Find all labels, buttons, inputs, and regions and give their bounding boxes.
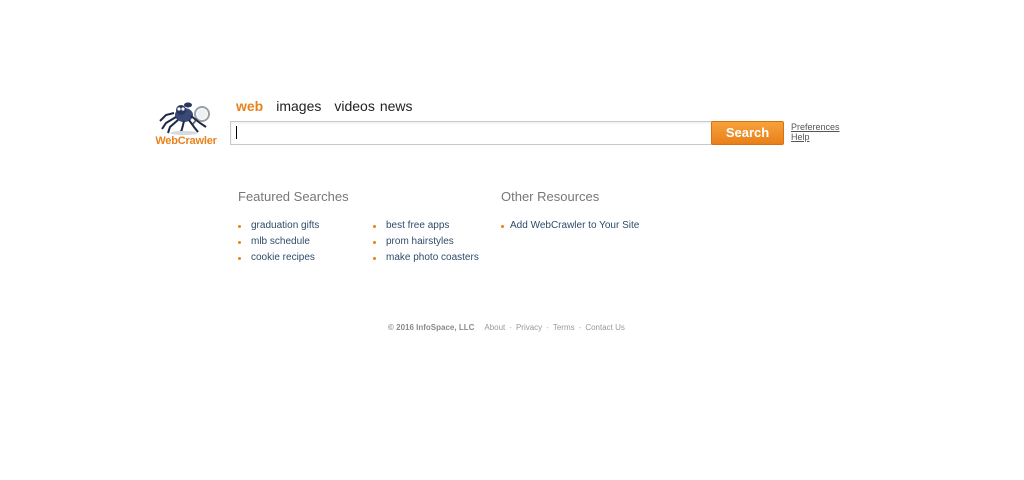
featured-search-link[interactable]: prom hairstyles: [386, 234, 454, 250]
featured-searches-heading: Featured Searches: [238, 189, 349, 204]
contact-us-link[interactable]: Contact Us: [585, 323, 625, 332]
list-item: prom hairstyles: [373, 234, 479, 250]
add-webcrawler-link[interactable]: Add WebCrawler to Your Site: [510, 218, 639, 234]
list-item: graduation gifts: [238, 218, 319, 234]
list-item: make photo coasters: [373, 250, 479, 266]
list-item: cookie recipes: [238, 250, 319, 266]
search-vertical-tabs: web images videos news: [236, 97, 426, 115]
tab-images[interactable]: images: [276, 97, 321, 115]
bullet-icon: [238, 240, 241, 244]
footer-separator: -: [578, 323, 582, 332]
help-link[interactable]: Help: [791, 132, 840, 142]
featured-search-link[interactable]: best free apps: [386, 218, 449, 234]
page: WebCrawler web images videos news Search…: [0, 0, 1024, 480]
privacy-link[interactable]: Privacy: [516, 323, 542, 332]
tab-news[interactable]: news: [380, 97, 413, 115]
spider-mascot-icon: [159, 102, 210, 135]
bullet-icon: [373, 240, 376, 244]
bullet-icon: [373, 256, 376, 260]
featured-search-link[interactable]: cookie recipes: [251, 250, 315, 266]
other-resources-heading: Other Resources: [501, 189, 600, 204]
list-item: Add WebCrawler to Your Site: [501, 218, 639, 234]
terms-link[interactable]: Terms: [553, 323, 575, 332]
bullet-icon: [238, 224, 241, 228]
bullet-icon: [501, 224, 504, 228]
featured-search-link[interactable]: graduation gifts: [251, 218, 319, 234]
tab-videos[interactable]: videos: [334, 97, 374, 115]
featured-searches-list-1: graduation gifts mlb schedule cookie rec…: [238, 218, 319, 266]
bullet-icon: [373, 224, 376, 228]
footer-separator: -: [546, 323, 549, 332]
list-item: best free apps: [373, 218, 479, 234]
logo-wordmark: WebCrawler: [155, 135, 217, 147]
tab-web[interactable]: web: [236, 97, 263, 115]
text-caret: [236, 126, 237, 139]
search-button[interactable]: Search: [711, 121, 784, 145]
other-resources-list: Add WebCrawler to Your Site: [501, 218, 639, 234]
search-options-links: Preferences Help: [791, 122, 840, 142]
featured-searches-list-2: best free apps prom hairstyles make phot…: [373, 218, 479, 266]
list-item: mlb schedule: [238, 234, 319, 250]
footer: © 2016 InfoSpace, LLC About - Privacy - …: [388, 323, 625, 332]
bullet-icon: [238, 256, 241, 260]
featured-search-link[interactable]: make photo coasters: [386, 250, 479, 266]
featured-search-link[interactable]: mlb schedule: [251, 234, 310, 250]
webcrawler-logo[interactable]: WebCrawler: [154, 99, 218, 151]
search-input[interactable]: [230, 121, 714, 145]
about-link[interactable]: About: [484, 323, 505, 332]
footer-separator: -: [509, 323, 512, 332]
copyright-text: © 2016 InfoSpace, LLC: [388, 323, 475, 332]
preferences-link[interactable]: Preferences: [791, 122, 840, 132]
